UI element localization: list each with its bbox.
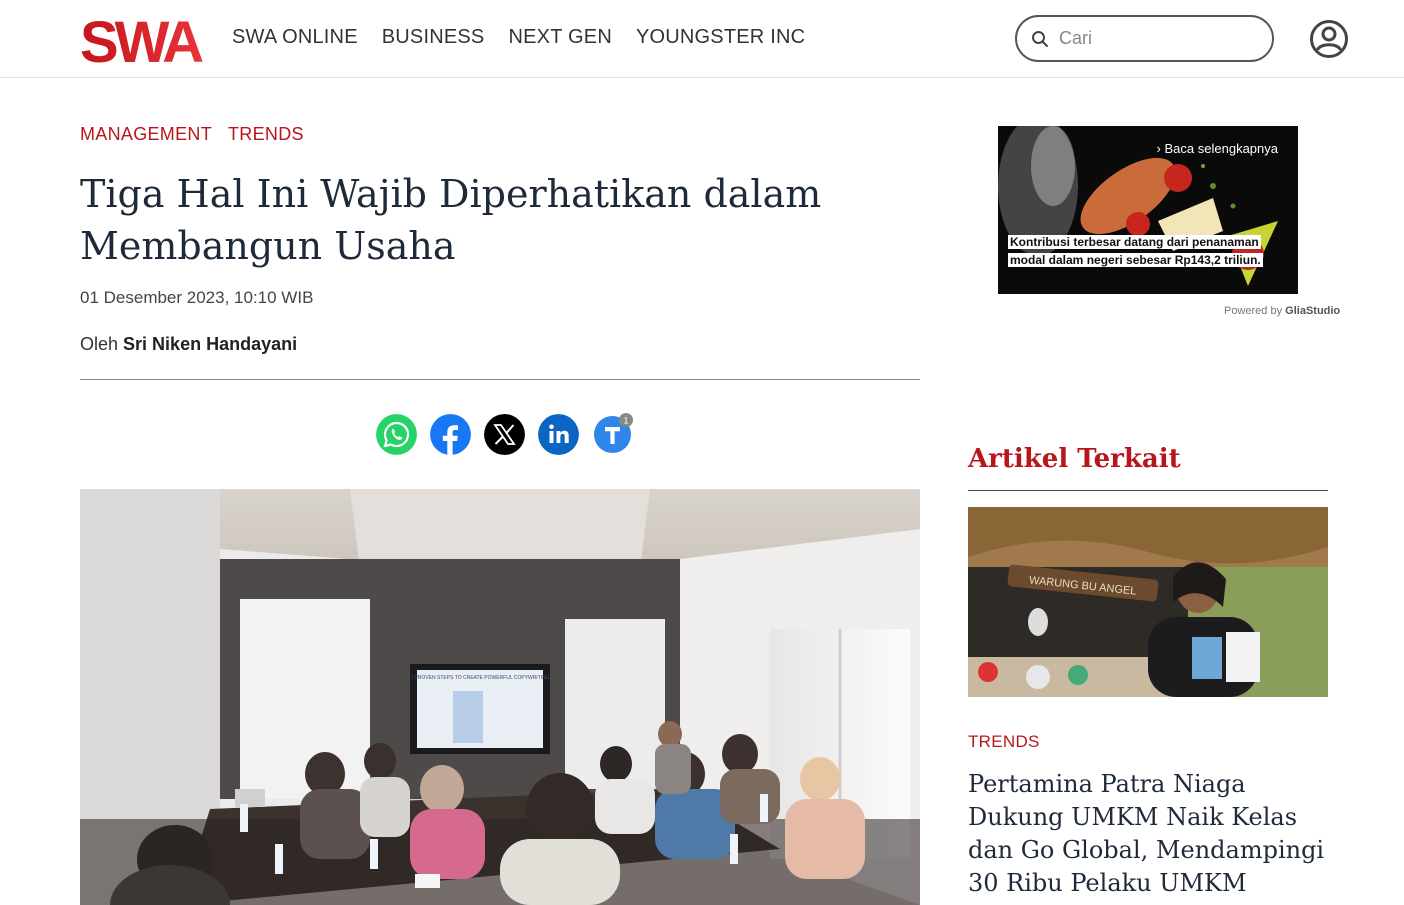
article-categories: MANAGEMENT TRENDS xyxy=(80,124,304,145)
category-management[interactable]: MANAGEMENT xyxy=(80,124,212,145)
site-header: SWA SWA ONLINE BUSINESS NEXT GEN YOUNGST… xyxy=(0,0,1404,78)
related-category[interactable]: TRENDS xyxy=(968,732,1040,752)
ad-read-more[interactable]: › Baca selengkapnya xyxy=(1157,141,1278,156)
telegram-share[interactable]: 1 xyxy=(592,413,633,455)
x-twitter-icon[interactable] xyxy=(484,414,525,455)
facebook-icon[interactable] xyxy=(430,414,471,455)
search-input[interactable] xyxy=(1059,28,1249,49)
svg-text:1: 1 xyxy=(623,416,628,426)
article-title: Tiga Hal Ini Wajib Diperhatikan dalam Me… xyxy=(80,172,822,268)
sponsored-ad[interactable]: › Baca selengkapnya Kontribusi terbesar … xyxy=(998,126,1298,294)
whatsapp-icon[interactable] xyxy=(376,414,417,455)
author-prefix: Oleh xyxy=(80,334,119,354)
author-name[interactable]: Sri Niken Handayani xyxy=(123,334,297,354)
ad-caption: Kontribusi terbesar datang dari penanama… xyxy=(1008,235,1263,267)
category-trends[interactable]: TRENDS xyxy=(228,124,304,145)
linkedin-icon[interactable] xyxy=(538,414,579,455)
svg-text:SWA: SWA xyxy=(80,12,203,66)
nav-next-gen[interactable]: NEXT GEN xyxy=(508,26,611,49)
related-article-image[interactable]: WARUNG BU ANGEL xyxy=(968,507,1328,697)
chevron-right-icon: › xyxy=(1156,141,1161,156)
ad-powered-by: Powered by GliaStudio xyxy=(1224,305,1341,317)
swa-logo[interactable]: SWA xyxy=(80,12,204,66)
nav-business[interactable]: BUSINESS xyxy=(382,26,485,49)
nav-youngster-inc[interactable]: YOUNGSTER INC xyxy=(636,26,805,49)
share-count-badge: 1 xyxy=(619,413,633,427)
article-author: Oleh Sri Niken Handayani xyxy=(80,334,297,355)
nav-swa-online[interactable]: SWA ONLINE xyxy=(232,26,358,49)
user-account-icon[interactable] xyxy=(1309,19,1349,59)
share-bar: 1 xyxy=(376,413,633,455)
search-box[interactable] xyxy=(1015,15,1274,62)
related-heading: Artikel Terkait xyxy=(968,444,1181,474)
related-title[interactable]: Pertamina Patra Niaga Dukung UMKM Naik K… xyxy=(968,768,1336,900)
article-date: 01 Desember 2023, 10:10 WIB xyxy=(80,288,314,307)
related-divider xyxy=(968,490,1328,491)
article-hero-image: 7 PROVEN STEPS TO CREATE POWERFUL COPYWR… xyxy=(80,489,920,905)
search-icon xyxy=(1032,30,1048,47)
divider xyxy=(80,379,920,380)
main-nav: SWA ONLINE BUSINESS NEXT GEN YOUNGSTER I… xyxy=(232,26,805,49)
screen-slide-text: 7 PROVEN STEPS TO CREATE POWERFUL COPYWR… xyxy=(410,675,549,681)
